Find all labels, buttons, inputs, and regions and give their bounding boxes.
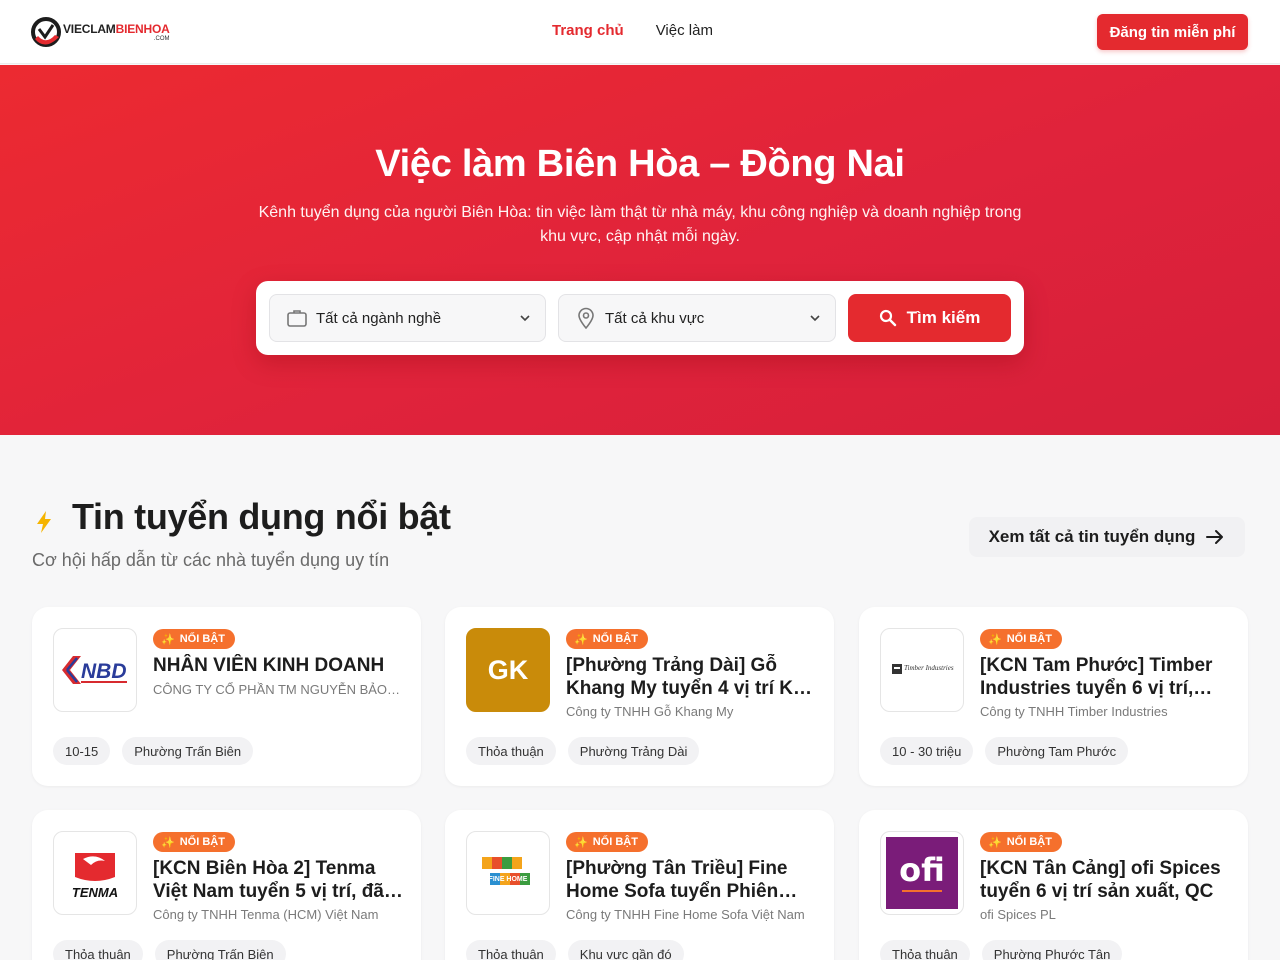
sparkle-icon: ✨ <box>161 836 175 849</box>
search-button-label: Tìm kiếm <box>906 308 981 327</box>
company-name: Công ty TNHH Fine Home Sofa Việt Nam <box>566 907 805 922</box>
company-logo-finehome: FINE HOME <box>466 831 550 915</box>
main-nav: Trang chủ Việc làm <box>552 22 713 39</box>
location-tag: Phường Trấn Biên <box>122 737 254 765</box>
salary-tag: Thỏa thuận <box>880 940 970 960</box>
location-tag: Phường Tam Phước <box>985 737 1129 765</box>
svg-text:NBD: NBD <box>81 660 127 683</box>
logo-text: VIECLAMBIENHOA .COM <box>63 21 170 42</box>
map-pin-icon <box>575 307 597 329</box>
hero-title: Việc làm Biên Hòa – Đồng Nai <box>375 143 905 185</box>
company-logo-gk: GK <box>466 628 550 712</box>
industry-select-value: Tất cả ngành nghề <box>316 309 442 327</box>
job-card[interactable]: TENMA ✨ NỔI BẬT [KCN Biên Hòa 2] Tenma Vi… <box>32 810 421 960</box>
sparkle-icon: ✨ <box>574 836 588 849</box>
salary-tag: 10-15 <box>53 737 111 765</box>
company-name: ofi Spices PL <box>980 907 1056 922</box>
nav-home[interactable]: Trang chủ <box>552 22 624 39</box>
job-card[interactable]: FINE HOME ✨ NỔI BẬT [Phường Tân Triều] Fi… <box>445 810 834 960</box>
chevron-down-icon <box>520 315 530 322</box>
job-card[interactable]: ofi ✨ NỔI BẬT [KCN Tân Cảng] ofi Spices t… <box>859 810 1248 960</box>
lightning-icon <box>37 511 51 533</box>
salary-tag: Thỏa thuận <box>466 940 556 960</box>
sparkle-icon: ✨ <box>574 633 588 646</box>
nav-jobs[interactable]: Việc làm <box>656 22 713 39</box>
location-tag: Phường Phước Tân <box>981 940 1123 960</box>
see-all-label: Xem tất cả tin tuyển dụng <box>988 527 1196 546</box>
featured-badge: ✨ NỔI BẬT <box>980 832 1062 852</box>
svg-text:FINE HOME: FINE HOME <box>489 876 528 883</box>
post-job-button[interactable]: Đăng tin miễn phí <box>1097 14 1248 50</box>
sparkle-icon: ✨ <box>988 836 1002 849</box>
search-button[interactable]: Tìm kiếm <box>848 294 1011 342</box>
search-icon <box>879 309 896 327</box>
job-title[interactable]: [KCN Tam Phước] Timber Industries tuyển … <box>980 654 1230 700</box>
job-title[interactable]: [KCN Tân Cảng] ofi Spices tuyển 6 vị trí… <box>980 857 1230 903</box>
arrow-right-icon <box>1206 530 1224 544</box>
location-tag: Khu vực gần đó <box>567 940 684 960</box>
salary-tag: Thỏa thuận <box>466 737 556 765</box>
salary-tag: Thỏa thuận <box>53 940 143 960</box>
svg-text:Timber Industries: Timber Industries <box>904 664 954 672</box>
company-logo-timber: Timber Industries <box>880 628 964 712</box>
hero-banner: Việc làm Biên Hòa – Đồng Nai Kênh tuyển … <box>0 65 1280 435</box>
see-all-jobs-button[interactable]: Xem tất cả tin tuyển dụng <box>969 517 1245 557</box>
company-name: Công ty TNHH Gỗ Khang My <box>566 704 734 719</box>
job-card[interactable]: NBD ✨ NỔI BẬT NHÂN VIÊN KINH DOANH CÔNG T… <box>32 607 421 786</box>
job-tags: Thỏa thuận Phường Trấn Biên <box>53 940 286 960</box>
featured-badge: ✨ NỔI BẬT <box>980 629 1062 649</box>
company-name: Công ty TNHH Timber Industries <box>980 704 1168 719</box>
featured-badge: ✨ NỔI BẬT <box>566 629 648 649</box>
search-box: Tất cả ngành nghề Tất cả khu vực Tìm kiế… <box>256 281 1024 355</box>
job-tags: Thỏa thuận Phường Trảng Dài <box>466 737 700 765</box>
job-tags: Thỏa thuận Phường Phước Tân <box>880 940 1123 960</box>
area-select[interactable]: Tất cả khu vực <box>558 294 836 342</box>
site-logo[interactable]: VIECLAMBIENHOA .COM <box>31 14 170 50</box>
featured-badge: ✨ NỔI BẬT <box>566 832 648 852</box>
industry-select[interactable]: Tất cả ngành nghề <box>269 294 546 342</box>
location-tag: Phường Trảng Dài <box>567 737 700 765</box>
company-logo-tenma: TENMA <box>53 831 137 915</box>
job-title[interactable]: [Phường Trảng Dài] Gỗ Khang My tuyển 4 v… <box>566 654 816 700</box>
area-select-value: Tất cả khu vực <box>605 309 705 327</box>
job-tags: 10-15 Phường Trấn Biên <box>53 737 254 765</box>
job-card[interactable]: Timber Industries ✨ NỔI BẬT [KCN Tam Phướ… <box>859 607 1248 786</box>
company-name: CÔNG TY CỔ PHẦN TM NGUYỄN BẢO ĐẠNG <box>153 682 403 697</box>
job-tags: 10 - 30 triệu Phường Tam Phước <box>880 737 1129 765</box>
chevron-down-icon <box>810 315 820 322</box>
site-header: VIECLAMBIENHOA .COM Trang chủ Việc làm Đ… <box>0 0 1280 64</box>
featured-title: Tin tuyển dụng nổi bật <box>72 496 451 537</box>
job-title[interactable]: [Phường Tân Triều] Fine Home Sofa tuyển … <box>566 857 816 903</box>
salary-tag: 10 - 30 triệu <box>880 737 974 765</box>
featured-badge: ✨ NỔI BẬT <box>153 832 235 852</box>
job-title[interactable]: NHÂN VIÊN KINH DOANH <box>153 654 403 677</box>
logo-mark-icon <box>31 17 61 47</box>
hero-subtitle: Kênh tuyển dụng của người Biên Hòa: tin … <box>258 204 1022 245</box>
sparkle-icon: ✨ <box>988 633 1002 646</box>
company-logo-nbd: NBD <box>53 628 137 712</box>
job-tags: Thỏa thuận Khu vực gần đó <box>466 940 684 960</box>
sparkle-icon: ✨ <box>161 633 175 646</box>
location-tag: Phường Trấn Biên <box>154 940 286 960</box>
job-card[interactable]: GK ✨ NỔI BẬT [Phường Trảng Dài] Gỗ Khang … <box>445 607 834 786</box>
company-logo-ofi: ofi <box>880 831 964 915</box>
featured-badge: ✨ NỔI BẬT <box>153 629 235 649</box>
company-name: Công ty TNHH Tenma (HCM) Việt Nam <box>153 907 379 922</box>
briefcase-icon <box>286 307 308 329</box>
featured-subtitle: Cơ hội hấp dẫn từ các nhà tuyển dụng uy … <box>32 550 390 570</box>
svg-text:TENMA: TENMA <box>72 885 118 900</box>
job-title[interactable]: [KCN Biên Hòa 2] Tenma Việt Nam tuyển 5 … <box>153 857 403 903</box>
